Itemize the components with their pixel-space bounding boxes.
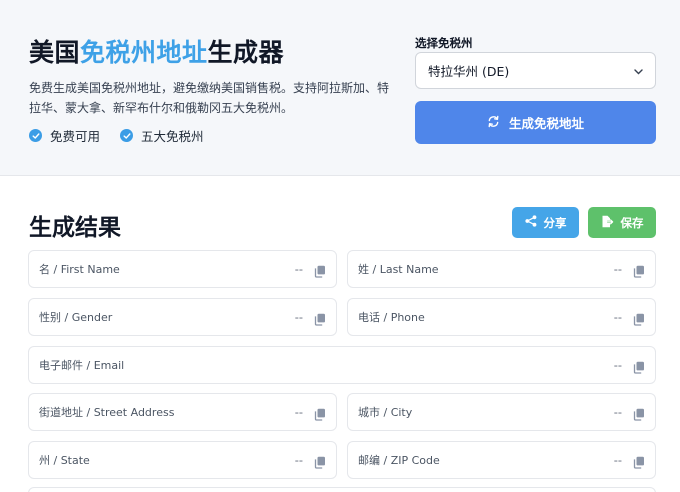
generate-address-button[interactable]: 生成免税地址 — [415, 101, 656, 144]
gender-field: 性别 / Gender -- — [28, 298, 337, 336]
copy-icon[interactable] — [633, 359, 645, 374]
field-value: -- — [613, 310, 622, 324]
share-icon — [524, 215, 537, 230]
field-label: 名 / First Name — [39, 263, 120, 276]
generate-button-label: 生成免税地址 — [508, 116, 584, 131]
feature-item: 五大免税州 — [120, 126, 204, 145]
field-label: 电话 / Phone — [358, 311, 425, 324]
feature-label: 五大免税州 — [141, 129, 204, 144]
chevron-down-icon — [634, 63, 643, 78]
check-circle-icon — [29, 129, 42, 142]
hero-section: 美国免税州地址生成器 免费生成美国免税州地址，避免缴纳美国销售税。支持阿拉斯加、… — [0, 0, 680, 176]
title-accent: 免税州地址 — [80, 38, 208, 67]
page-title: 美国免税州地址生成器 — [29, 33, 284, 69]
copy-icon[interactable] — [314, 263, 326, 278]
save-label: 保存 — [620, 215, 644, 230]
copy-icon[interactable] — [633, 454, 645, 469]
state-field: 州 / State -- — [28, 441, 337, 479]
field-value: -- — [613, 453, 622, 467]
state-select-label: 选择免税州 — [415, 36, 473, 50]
city-field: 城市 / City -- — [347, 393, 656, 431]
field-label: 街道地址 / Street Address — [39, 406, 175, 419]
copy-icon[interactable] — [314, 406, 326, 421]
field-label: 邮编 / ZIP Code — [358, 454, 440, 467]
save-button[interactable]: 保存 — [588, 207, 656, 238]
page-description: 免费生成美国免税州地址，避免缴纳美国销售税。支持阿拉斯加、特拉华、蒙大拿、新罕布… — [29, 81, 390, 115]
share-label: 分享 — [543, 215, 567, 230]
state-select[interactable]: 特拉华州 (DE) — [415, 52, 656, 89]
zip-code-field: 邮编 / ZIP Code -- — [347, 441, 656, 479]
next-field-partial — [28, 487, 656, 492]
field-value: -- — [294, 405, 303, 419]
phone-field: 电话 / Phone -- — [347, 298, 656, 336]
refresh-icon — [487, 115, 500, 131]
feature-list: 免费可用 五大免税州 — [29, 126, 204, 145]
copy-icon[interactable] — [314, 311, 326, 326]
field-value: -- — [294, 453, 303, 467]
last-name-field: 姓 / Last Name -- — [347, 250, 656, 288]
field-label: 城市 / City — [358, 406, 413, 419]
state-select-value: 特拉华州 (DE) — [428, 64, 510, 79]
field-label: 电子邮件 / Email — [39, 359, 125, 372]
field-label: 姓 / Last Name — [358, 263, 439, 276]
field-label: 性别 / Gender — [39, 311, 113, 324]
results-title: 生成结果 — [29, 215, 121, 241]
file-export-icon — [601, 215, 614, 231]
field-value: -- — [294, 310, 303, 324]
title-prefix: 美国 — [29, 38, 81, 67]
field-value: -- — [613, 358, 622, 372]
email-field: 电子邮件 / Email -- — [28, 346, 656, 384]
field-value: -- — [613, 405, 622, 419]
copy-icon[interactable] — [633, 263, 645, 278]
copy-icon[interactable] — [633, 406, 645, 421]
field-value: -- — [613, 262, 622, 276]
copy-icon[interactable] — [633, 311, 645, 326]
feature-label: 免费可用 — [50, 129, 101, 144]
field-value: -- — [294, 262, 303, 276]
title-suffix: 生成器 — [207, 38, 285, 67]
field-label: 州 / State — [39, 454, 90, 467]
first-name-field: 名 / First Name -- — [28, 250, 337, 288]
feature-item: 免费可用 — [29, 126, 100, 145]
check-circle-icon — [120, 129, 134, 142]
share-button[interactable]: 分享 — [512, 207, 579, 238]
street-address-field: 街道地址 / Street Address -- — [28, 393, 337, 431]
copy-icon[interactable] — [314, 454, 326, 469]
